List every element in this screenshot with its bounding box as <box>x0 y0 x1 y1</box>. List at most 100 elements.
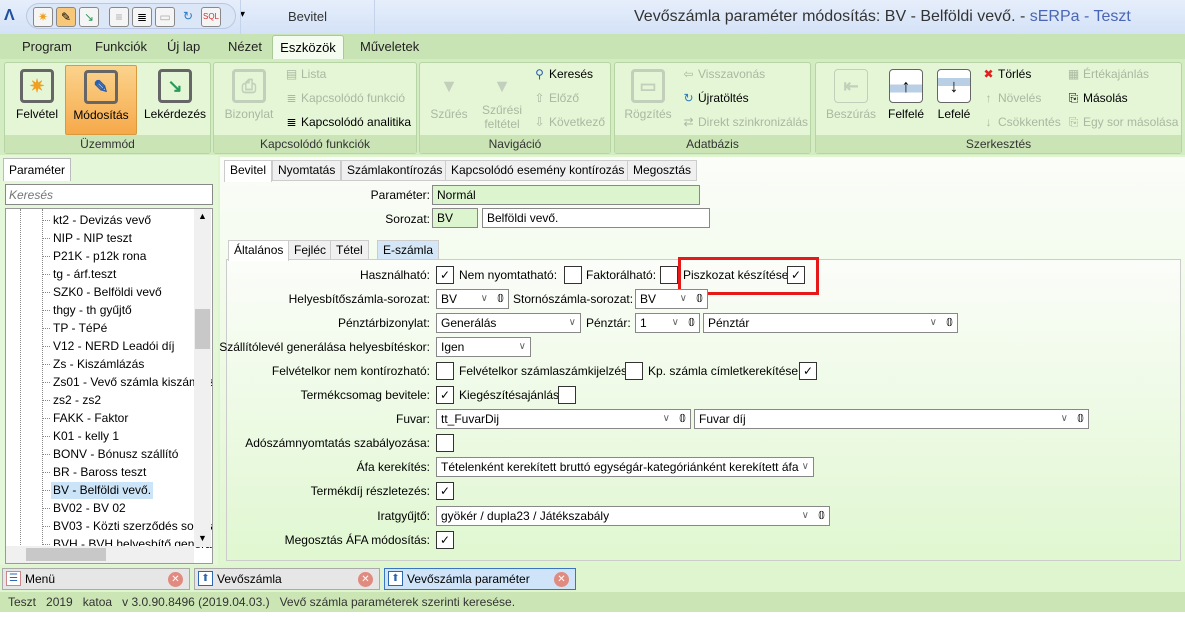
nem-nyomtathato-checkbox[interactable] <box>564 266 582 284</box>
modositas-button[interactable]: ✎ Módosítás <box>65 65 137 135</box>
ribbon-tab-eszkozok[interactable]: Eszközök <box>272 35 344 60</box>
kiegeszites-checkbox[interactable] <box>558 386 576 404</box>
afa-kerekites-combo[interactable]: Tételenként kerekített bruttó egységár-k… <box>436 457 814 477</box>
noveles-button[interactable]: ↑ Növelés <box>981 91 1042 105</box>
app-logo-icon[interactable]: Λ <box>4 7 15 25</box>
egy-sor-masolasa-button[interactable]: ⎘ Egy sor másolása <box>1066 115 1179 130</box>
beszuras-button[interactable]: ⇤ Beszúrás <box>820 65 882 135</box>
ujratoltes-button[interactable]: ↻ Újratöltés <box>681 91 748 105</box>
termekcsomag-checkbox[interactable]: ✓ <box>436 386 454 404</box>
tab-altalanos[interactable]: Általános <box>228 240 290 261</box>
list-item[interactable]: BV02 - BV 02 <box>43 500 128 517</box>
tab-kapcsolodo-esemeny[interactable]: Kapcsolódó esemény kontírozás <box>445 160 631 181</box>
list-item[interactable]: FAKK - Faktor <box>42 410 130 427</box>
paperclip-icon[interactable]: 𝟘 <box>1077 410 1084 428</box>
chevron-down-icon[interactable]: ∨ <box>930 314 937 332</box>
tab-szamlakontirozas[interactable]: Számlakontírozás <box>341 160 449 181</box>
chevron-down-icon[interactable]: ∨ <box>802 507 809 525</box>
list-item[interactable]: thgy - th gyűjtő <box>43 302 134 319</box>
tab-tetel[interactable]: Tétel <box>330 240 369 260</box>
fuvar-name-combo[interactable]: Fuvar díj ∨ 𝟘 <box>694 409 1089 429</box>
tab-nyomtatas[interactable]: Nyomtatás <box>272 160 342 181</box>
window-tab-vevoszamla-parameter[interactable]: ⬆ Vevőszámla paraméter ✕ <box>384 568 576 590</box>
sorozat-name-field[interactable]: Belföldi vevő. <box>482 208 710 228</box>
termekdij-checkbox[interactable]: ✓ <box>436 482 454 500</box>
felv-nem-kont-checkbox[interactable] <box>436 362 454 380</box>
lekerdezes-button[interactable]: ↘ Lekérdezés <box>139 65 211 135</box>
ribbon-tab-muveletek[interactable]: Műveletek <box>360 39 419 54</box>
hscroll-thumb[interactable] <box>26 548 106 561</box>
list-item[interactable]: Zs - Kiszámlázás <box>42 356 146 373</box>
masolas-button[interactable]: ⎘ Másolás <box>1066 91 1128 106</box>
attach-doc-icon[interactable]: ≣ <box>132 7 152 27</box>
chevron-down-icon[interactable]: ∨ <box>519 338 526 356</box>
faktoralhato-checkbox[interactable] <box>660 266 678 284</box>
lista-button[interactable]: ▤ Lista <box>284 67 327 81</box>
list-item[interactable]: tg - árf.teszt <box>42 266 118 283</box>
storno-combo[interactable]: BV ∨ 𝟘 <box>635 289 708 309</box>
chevron-down-icon[interactable]: ∨ <box>569 314 576 332</box>
chevron-down-icon[interactable]: ∨ <box>680 290 687 308</box>
kereses-button[interactable]: ⚲ Keresés <box>532 67 593 81</box>
query-icon[interactable]: ↘ <box>79 7 99 27</box>
penztar-combo[interactable]: 1 ∨ 𝟘 <box>635 313 700 333</box>
chevron-down-icon[interactable]: ∨ <box>672 314 679 332</box>
fuvar-combo[interactable]: tt_FuvarDij ∨ 𝟘 <box>436 409 691 429</box>
list-item[interactable]: P21K - p12k rona <box>42 248 148 265</box>
tab-e-szamla[interactable]: E-számla <box>377 240 440 260</box>
tab-parameter[interactable]: Paraméter <box>3 158 71 181</box>
scroll-down-icon[interactable]: ▼ <box>198 533 207 543</box>
ribbon-tab-nezet[interactable]: Nézet <box>228 39 262 54</box>
chevron-down-icon[interactable]: ∨ <box>802 458 809 476</box>
ertekajanlas-button[interactable]: ▦ Értékajánlás <box>1066 67 1149 81</box>
paperclip-icon[interactable]: 𝟘 <box>679 410 686 428</box>
paperclip-icon[interactable]: 𝟘 <box>946 314 953 332</box>
list-item[interactable]: Zs01 - Vevő számla kiszámlázás <box>42 374 212 391</box>
parameter-tree[interactable]: kt2 - Devizás vevő NIP - NIP teszt P21K - … <box>5 208 213 564</box>
rogzites-button[interactable]: ▭ Rögzítés <box>619 65 677 135</box>
sql-icon[interactable]: SQL <box>201 7 221 27</box>
penztar-name-combo[interactable]: Pénztár ∨ 𝟘 <box>703 313 958 333</box>
tab-fejlec[interactable]: Fejléc <box>288 240 333 260</box>
save-icon[interactable]: ▭ <box>155 7 175 27</box>
window-tab-menu[interactable]: ☰ Menü ✕ <box>2 568 190 590</box>
penztarbiz-combo[interactable]: Generálás ∨ <box>436 313 581 333</box>
list-item[interactable]: BR - Baross teszt <box>42 464 148 481</box>
list-item[interactable]: SZK0 - Belföldi vevő <box>43 284 164 301</box>
szallitolevel-combo[interactable]: Igen ∨ <box>436 337 531 357</box>
ribbon-tab-funkciok[interactable]: Funkciók <box>95 39 147 54</box>
vertical-scrollbar[interactable]: ▲ ▼ <box>194 209 211 547</box>
visszavonas-button[interactable]: ⇦ Visszavonás <box>681 67 765 81</box>
iratgyujto-combo[interactable]: gyökér / dupla23 / Játékszabály ∨ 𝟘 <box>436 506 830 526</box>
paperclip-icon[interactable]: 𝟘 <box>696 290 703 308</box>
list-item[interactable]: NIP - NIP teszt <box>43 230 134 247</box>
doc-icon[interactable]: ≡ <box>109 7 129 27</box>
lefele-button[interactable]: ↓ Lefelé <box>932 65 976 135</box>
felvetel-button[interactable]: ✷ Felvétel <box>9 65 65 135</box>
hasznalhato-checkbox[interactable]: ✓ <box>436 266 454 284</box>
chevron-down-icon[interactable]: ∨ <box>663 410 670 428</box>
torles-button[interactable]: ✖ Törlés <box>981 67 1031 81</box>
kapcsolodo-funkcio-button[interactable]: ≣ Kapcsolódó funkció <box>284 91 405 105</box>
tab-bevitel[interactable]: Bevitel <box>224 160 273 182</box>
szures-button[interactable]: ▼ Szűrés <box>424 65 474 135</box>
list-item[interactable]: TP - TéPé <box>42 320 109 337</box>
direkt-szinkron-button[interactable]: ⇄ Direkt szinkronizálás <box>681 115 808 129</box>
adoszam-checkbox[interactable] <box>436 434 454 452</box>
window-tab-vevoszamla[interactable]: ⬆ Vevőszámla ✕ <box>194 568 380 590</box>
tab-megosztas[interactable]: Megosztás <box>627 160 698 181</box>
scroll-up-icon[interactable]: ▲ <box>198 211 207 221</box>
search-input[interactable] <box>5 184 213 205</box>
chevron-down-icon[interactable]: ∨ <box>481 290 488 308</box>
felfele-button[interactable]: ↑ Felfelé <box>884 65 928 135</box>
paperclip-icon[interactable]: 𝟘 <box>497 290 504 308</box>
new-icon[interactable]: ✷ <box>33 7 53 27</box>
helyesbito-combo[interactable]: BV ∨ 𝟘 <box>436 289 509 309</box>
list-item[interactable]: kt2 - Devizás vevő <box>42 212 153 229</box>
kp-cimlet-checkbox[interactable]: ✓ <box>799 362 817 380</box>
scroll-thumb[interactable] <box>195 309 210 349</box>
close-icon[interactable]: ✕ <box>168 572 183 587</box>
ribbon-tab-program[interactable]: Program <box>22 39 72 54</box>
felv-szamlaszam-checkbox[interactable] <box>625 362 643 380</box>
refresh-icon[interactable]: ↻ <box>178 7 198 27</box>
